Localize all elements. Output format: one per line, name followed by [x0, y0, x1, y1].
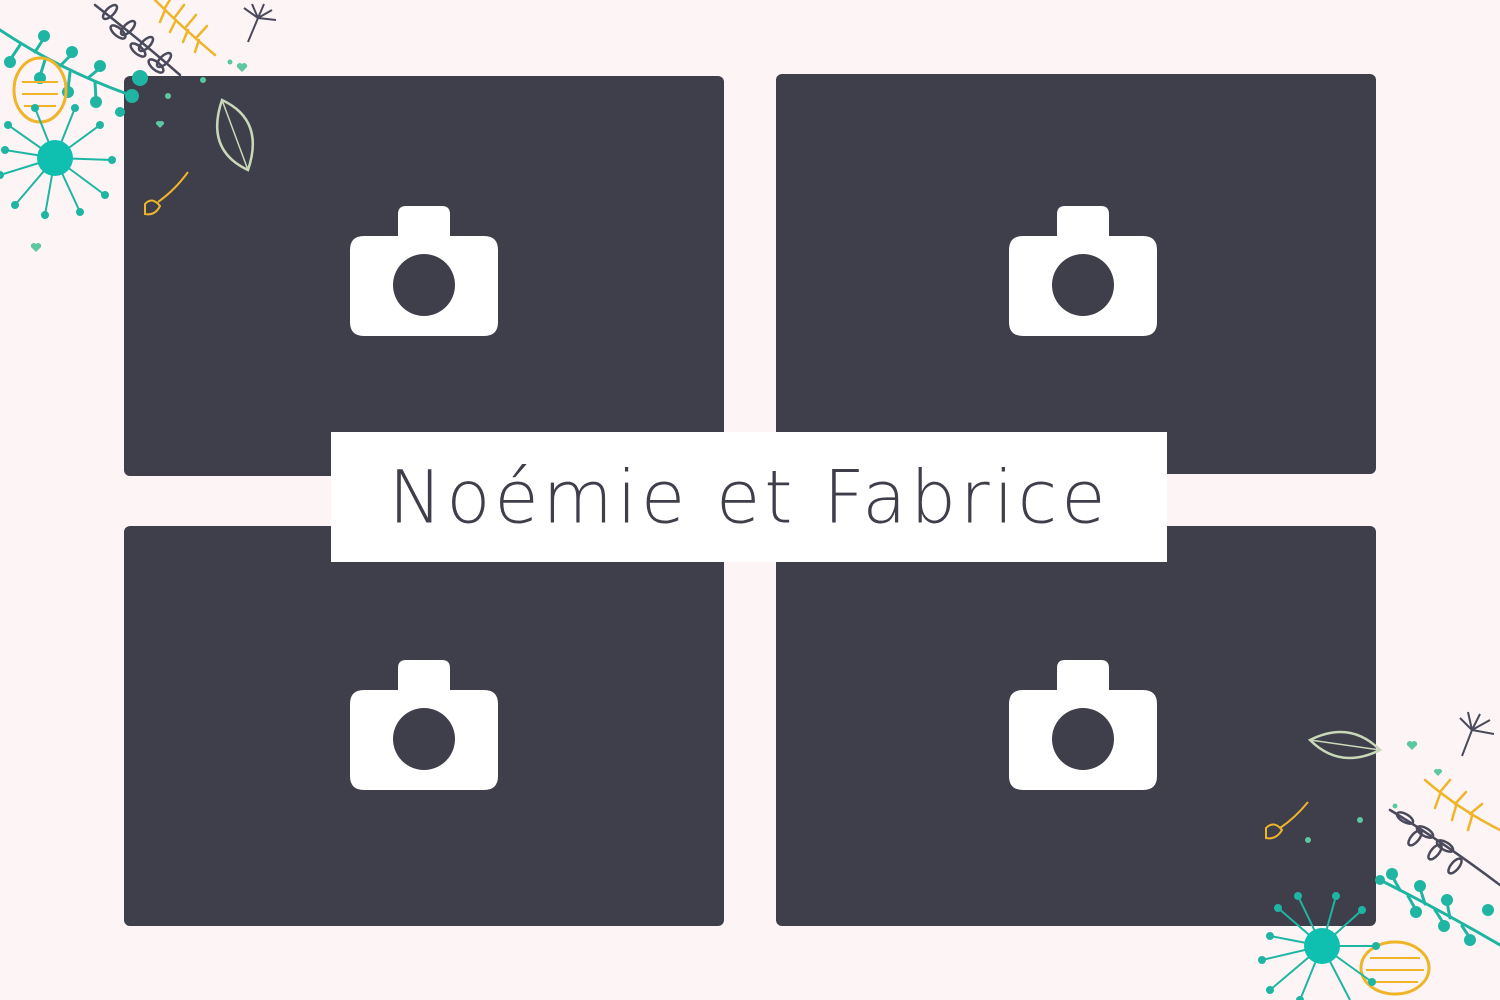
camera-icon: [350, 206, 498, 336]
photo-slot-4[interactable]: [776, 526, 1376, 926]
collage-canvas: Noémie et Fabrice: [0, 0, 1500, 1000]
camera-icon: [350, 660, 498, 790]
camera-icon: [1009, 206, 1157, 336]
title-box[interactable]: Noémie et Fabrice: [331, 432, 1167, 562]
photo-slot-1[interactable]: [124, 76, 724, 476]
couple-names-title[interactable]: Noémie et Fabrice: [388, 454, 1109, 540]
photo-slot-3[interactable]: [124, 526, 724, 926]
camera-icon: [1009, 660, 1157, 790]
photo-slot-2[interactable]: [776, 74, 1376, 474]
